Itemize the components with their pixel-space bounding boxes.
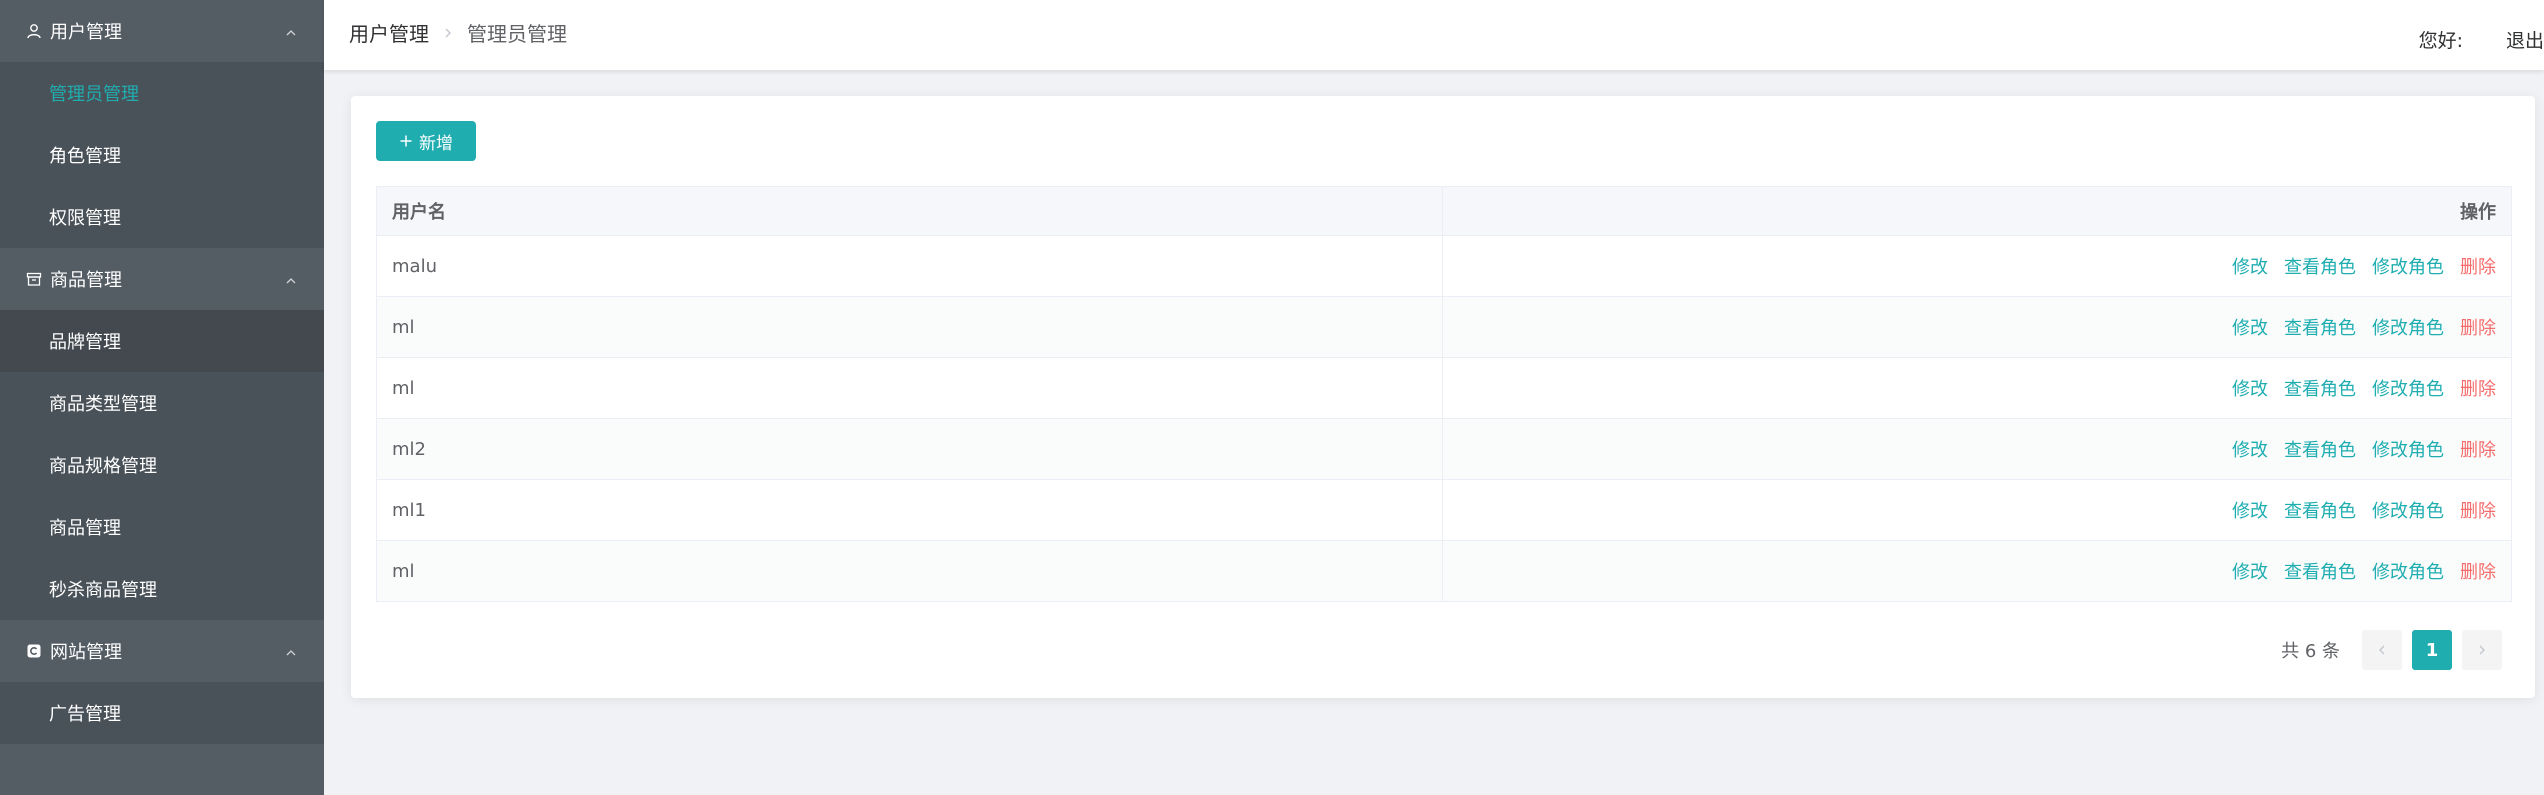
username-cell: ml2 xyxy=(377,419,1443,479)
sidebar-item-ad-management[interactable]: 广告管理 xyxy=(0,682,324,744)
delete-link[interactable]: 删除 xyxy=(2460,253,2496,279)
sidebar-item-label: 广告管理 xyxy=(49,704,121,725)
edit-link[interactable]: 修改 xyxy=(2232,314,2268,340)
edit-link[interactable]: 修改 xyxy=(2232,375,2268,401)
sidebar-item-admin-management[interactable]: 管理员管理 xyxy=(0,62,324,124)
username-cell: ml xyxy=(377,541,1443,601)
edit-link[interactable]: 修改 xyxy=(2232,436,2268,462)
actions-cell: 修改 查看角色 修改角色 删除 xyxy=(1443,358,2511,418)
sidebar-item-label: 管理员管理 xyxy=(49,84,139,105)
username-cell: malu xyxy=(377,236,1443,296)
sidebar-item-role-management[interactable]: 角色管理 xyxy=(0,124,324,186)
edit-link[interactable]: 修改 xyxy=(2232,253,2268,279)
menu-group-title: 网站管理 xyxy=(50,642,122,663)
table-row: malu 修改 查看角色 修改角色 删除 xyxy=(377,236,2511,297)
actions-cell: 修改 查看角色 修改角色 删除 xyxy=(1443,297,2511,357)
actions-cell: 修改 查看角色 修改角色 删除 xyxy=(1443,541,2511,601)
table-row: ml 修改 查看角色 修改角色 删除 xyxy=(377,541,2511,601)
actions-cell: 修改 查看角色 修改角色 删除 xyxy=(1443,480,2511,540)
next-page-button[interactable] xyxy=(2462,630,2502,670)
delete-link[interactable]: 删除 xyxy=(2460,497,2496,523)
table-row: ml 修改 查看角色 修改角色 删除 xyxy=(377,358,2511,419)
menu-group-site-management[interactable]: 网站管理 xyxy=(0,620,324,682)
page-number-button[interactable]: 1 xyxy=(2412,630,2452,670)
sidebar-item-label: 角色管理 xyxy=(49,146,121,167)
table-row: ml2 修改 查看角色 修改角色 删除 xyxy=(377,419,2511,480)
view-roles-link[interactable]: 查看角色 xyxy=(2284,497,2356,523)
sidebar-item-label: 商品类型管理 xyxy=(49,394,157,415)
sidebar-item-flash-sale-management[interactable]: 秒杀商品管理 xyxy=(0,558,324,620)
add-button-label: 新增 xyxy=(419,133,453,154)
delete-link[interactable]: 删除 xyxy=(2460,314,2496,340)
plus-icon xyxy=(399,134,413,148)
sidebar-item-product-management[interactable]: 商品管理 xyxy=(0,496,324,558)
edit-link[interactable]: 修改 xyxy=(2232,497,2268,523)
username-cell: ml1 xyxy=(377,480,1443,540)
menu-group-user-management[interactable]: 用户管理 xyxy=(0,0,324,62)
chevron-up-icon xyxy=(284,644,298,658)
breadcrumb-item-admin-management: 管理员管理 xyxy=(467,22,567,46)
view-roles-link[interactable]: 查看角色 xyxy=(2284,314,2356,340)
box-icon xyxy=(24,269,44,289)
edit-link[interactable]: 修改 xyxy=(2232,558,2268,584)
edit-roles-link[interactable]: 修改角色 xyxy=(2372,253,2444,279)
actions-cell: 修改 查看角色 修改角色 删除 xyxy=(1443,236,2511,296)
chevron-up-icon xyxy=(284,24,298,38)
view-roles-link[interactable]: 查看角色 xyxy=(2284,375,2356,401)
add-button[interactable]: 新增 xyxy=(376,121,476,161)
edit-roles-link[interactable]: 修改角色 xyxy=(2372,314,2444,340)
sidebar-item-permission-management[interactable]: 权限管理 xyxy=(0,186,324,248)
edit-roles-link[interactable]: 修改角色 xyxy=(2372,375,2444,401)
edit-roles-link[interactable]: 修改角色 xyxy=(2372,558,2444,584)
menu-group-title: 用户管理 xyxy=(50,22,122,43)
top-header: 用户管理 管理员管理 您好: 退出 xyxy=(324,0,2544,70)
delete-link[interactable]: 删除 xyxy=(2460,558,2496,584)
edit-roles-link[interactable]: 修改角色 xyxy=(2372,497,2444,523)
view-roles-link[interactable]: 查看角色 xyxy=(2284,436,2356,462)
breadcrumb: 用户管理 管理员管理 xyxy=(349,18,567,47)
pagination: 共 6 条 1 xyxy=(2281,630,2502,670)
logout-link[interactable]: 退出 xyxy=(2506,26,2544,53)
chevron-up-icon xyxy=(284,272,298,286)
column-header-actions: 操作 xyxy=(2460,202,2496,223)
chevron-left-icon xyxy=(2379,645,2385,655)
delete-link[interactable]: 删除 xyxy=(2460,436,2496,462)
site-icon xyxy=(24,641,44,661)
view-roles-link[interactable]: 查看角色 xyxy=(2284,253,2356,279)
user-icon xyxy=(24,21,44,41)
sidebar-item-product-type-management[interactable]: 商品类型管理 xyxy=(0,372,324,434)
username-cell: ml xyxy=(377,358,1443,418)
username-cell: ml xyxy=(377,297,1443,357)
menu-group-product-management[interactable]: 商品管理 xyxy=(0,248,324,310)
actions-cell: 修改 查看角色 修改角色 删除 xyxy=(1443,419,2511,479)
admin-table: 用户名 操作 malu 修改 查看角色 修改角色 删除 ml 修改 查看角色 修改角色 删除 ml 修… xyxy=(376,186,2512,602)
sidebar-item-label: 秒杀商品管理 xyxy=(49,580,157,601)
column-header-username: 用户名 xyxy=(377,187,1443,235)
edit-roles-link[interactable]: 修改角色 xyxy=(2372,436,2444,462)
prev-page-button[interactable] xyxy=(2362,630,2402,670)
sidebar-item-label: 权限管理 xyxy=(49,208,121,229)
sidebar-item-label: 品牌管理 xyxy=(49,332,121,353)
breadcrumb-item-user-management[interactable]: 用户管理 xyxy=(349,18,429,47)
table-row: ml 修改 查看角色 修改角色 删除 xyxy=(377,297,2511,358)
sidebar-item-brand-management[interactable]: 品牌管理 xyxy=(0,310,324,372)
sidebar-item-product-spec-management[interactable]: 商品规格管理 xyxy=(0,434,324,496)
greeting-text: 您好: xyxy=(2418,30,2463,52)
chevron-right-icon xyxy=(441,26,455,40)
chevron-right-icon xyxy=(2479,645,2485,655)
menu-group-title: 商品管理 xyxy=(50,270,122,291)
main-card: 新增 用户名 操作 malu 修改 查看角色 修改角色 删除 ml 修改 查看角色 修改角色 删除… xyxy=(351,96,2535,698)
sidebar: 用户管理 管理员管理 角色管理 权限管理 商品管理 品牌管理 商品类型管理 商品… xyxy=(0,0,324,795)
delete-link[interactable]: 删除 xyxy=(2460,375,2496,401)
sidebar-item-label: 商品管理 xyxy=(49,518,121,539)
pagination-total: 共 6 条 xyxy=(2281,641,2340,662)
view-roles-link[interactable]: 查看角色 xyxy=(2284,558,2356,584)
table-row: ml1 修改 查看角色 修改角色 删除 xyxy=(377,480,2511,541)
table-header: 用户名 操作 xyxy=(377,187,2511,236)
table-body: malu 修改 查看角色 修改角色 删除 ml 修改 查看角色 修改角色 删除 ml 修改 查看角色 修改… xyxy=(377,236,2511,601)
sidebar-item-label: 商品规格管理 xyxy=(49,456,157,477)
